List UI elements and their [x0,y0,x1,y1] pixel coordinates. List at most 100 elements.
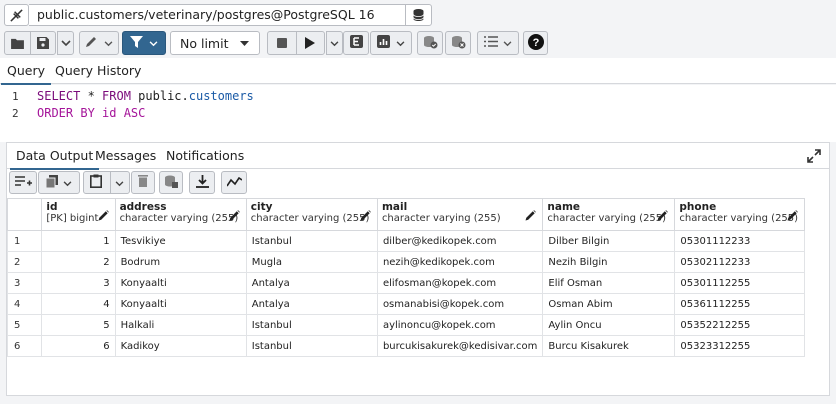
expand-icon[interactable] [807,149,821,163]
cell-city[interactable]: Istanbul [245,230,378,252]
cell-name[interactable]: Aylin Oncu [542,314,676,336]
column-header-address[interactable]: address character varying (255) [114,198,247,231]
stop-icon[interactable] [268,38,296,48]
connection-selector[interactable]: public.customers/veterinary/postgres@Pos… [29,4,406,26]
cell-phone[interactable]: 05352212255 [674,314,805,336]
cell-name[interactable]: Osman Abim [542,293,676,315]
execute-dropdown[interactable] [326,31,343,55]
edit-column-icon[interactable] [360,210,371,224]
cell-id[interactable]: 1 [41,230,116,252]
cell-id[interactable]: 6 [41,335,116,357]
connection-bar: public.customers/veterinary/postgres@Pos… [0,0,836,30]
edit-column-icon[interactable] [525,210,537,224]
cell-phone[interactable]: 05323312255 [674,335,805,357]
connection-status-icon[interactable] [4,4,29,26]
cell-city[interactable]: Istanbul [245,314,378,336]
table-row[interactable]: 5 5 Halkali Istanbul aylinoncu@kopek.com Ayli… [6,314,805,336]
cell-phone[interactable]: 05302112233 [674,251,805,273]
column-type: character varying (255) [547,213,667,224]
cell-mail[interactable]: nezih@kedikopek.com [376,251,544,273]
column-header-phone[interactable]: phone character varying (255) [674,198,805,231]
results-panel: Data Output Messages Notifications id [P… [6,142,830,396]
row-number[interactable]: 3 [6,272,43,294]
cell-id[interactable]: 4 [41,293,116,315]
edit-column-icon[interactable] [98,210,109,224]
chart-bar-icon [377,35,390,51]
help-button[interactable]: ? [523,31,548,55]
table-row[interactable]: 3 3 Konyaalti Antalya elifosman@kopek.com Eli… [6,272,805,294]
row-number[interactable]: 2 [6,251,43,273]
cell-phone[interactable]: 05301112233 [674,230,805,252]
explain-analyze-button[interactable] [370,31,412,55]
save-icon[interactable] [31,37,56,49]
column-header-city[interactable]: city character varying (255) [245,198,378,231]
graph-visualiser-button[interactable] [221,171,247,194]
cell-id[interactable]: 5 [41,314,116,336]
cell-mail[interactable]: burcukisakurek@kedisivar.com [376,335,544,357]
cell-address[interactable]: Tesvikiye [114,230,247,252]
cell-mail[interactable]: aylinoncu@kopek.com [376,314,544,336]
save-dropdown[interactable] [57,31,74,55]
tab-query[interactable]: Query [1,63,51,85]
tab-query-history[interactable]: Query History [55,63,141,78]
table-row[interactable]: 2 2 Bodrum Mugla nezih@kedikopek.com Nezih Bi… [6,251,805,273]
column-name: city [250,201,273,213]
add-row-button[interactable] [9,171,37,194]
cell-address[interactable]: Halkali [114,314,247,336]
download-button[interactable] [189,171,215,194]
tab-messages[interactable]: Messages [95,148,156,163]
limit-select[interactable]: No limit [170,31,260,55]
cell-name[interactable]: Nezih Bilgin [542,251,676,273]
table-row[interactable]: 1 1 Tesvikiye Istanbul dilber@kedikopek.com D… [6,230,805,252]
cell-address[interactable]: Konyaalti [114,293,247,315]
explain-button[interactable] [343,31,369,55]
play-icon[interactable] [297,37,325,49]
sql-editor[interactable]: 1 2 SELECT * FROM public.customers ORDER… [0,85,836,142]
cell-phone[interactable]: 05301112255 [674,272,805,294]
filter-button[interactable] [122,31,166,55]
copy-button[interactable] [38,171,80,194]
edit-button[interactable] [79,31,119,55]
edit-column-icon[interactable] [229,210,240,224]
cell-city[interactable]: Istanbul [245,335,378,357]
cell-mail[interactable]: dilber@kedikopek.com [376,230,544,252]
row-number[interactable]: 1 [6,230,43,252]
cell-phone[interactable]: 05361112255 [674,293,805,315]
cell-address[interactable]: Kadikoy [114,335,247,357]
table-row[interactable]: 6 6 Kadikoy Istanbul burcukisakurek@kedisiva… [6,335,805,357]
tab-notifications[interactable]: Notifications [166,148,244,163]
tab-data-output[interactable]: Data Output [9,148,100,170]
commit-button[interactable] [417,31,443,55]
macros-button[interactable] [477,31,519,55]
table-row[interactable]: 4 4 Konyaalti Antalya osmanabisi@kopek.com Os… [6,293,805,315]
edit-column-icon[interactable] [657,210,669,224]
cell-id[interactable]: 3 [41,272,116,294]
cell-address[interactable]: Bodrum [114,251,247,273]
database-icon[interactable] [405,4,432,26]
rollback-button[interactable] [445,31,471,55]
folder-open-icon[interactable] [5,38,30,49]
cell-city[interactable]: Antalya [245,293,378,315]
save-data-button[interactable] [159,171,183,194]
cell-name[interactable]: Burcu Kisakurek [542,335,676,357]
paste-button[interactable] [83,171,130,194]
column-header-id[interactable]: id [PK] bigint [41,198,116,231]
cell-mail[interactable]: osmanabisi@kopek.com [376,293,544,315]
row-number[interactable]: 4 [6,293,43,315]
cell-id[interactable]: 2 [41,251,116,273]
row-number[interactable]: 6 [6,335,43,357]
row-number[interactable]: 5 [6,314,43,336]
cell-name[interactable]: Dilber Bilgin [542,230,676,252]
delete-button[interactable] [131,171,155,194]
cell-city[interactable]: Antalya [245,272,378,294]
cell-city[interactable]: Mugla [245,251,378,273]
execute-button-group [267,31,325,55]
svg-text:?: ? [532,37,539,49]
cell-mail[interactable]: elifosman@kopek.com [376,272,544,294]
cell-name[interactable]: Elif Osman [542,272,676,294]
data-grid: id [PK] bigint address character varying… [6,198,805,357]
cell-address[interactable]: Konyaalti [114,272,247,294]
column-header-name[interactable]: name character varying (255) [542,198,676,231]
column-header-mail[interactable]: mail character varying (255) [376,198,544,231]
edit-column-icon[interactable] [787,210,798,224]
